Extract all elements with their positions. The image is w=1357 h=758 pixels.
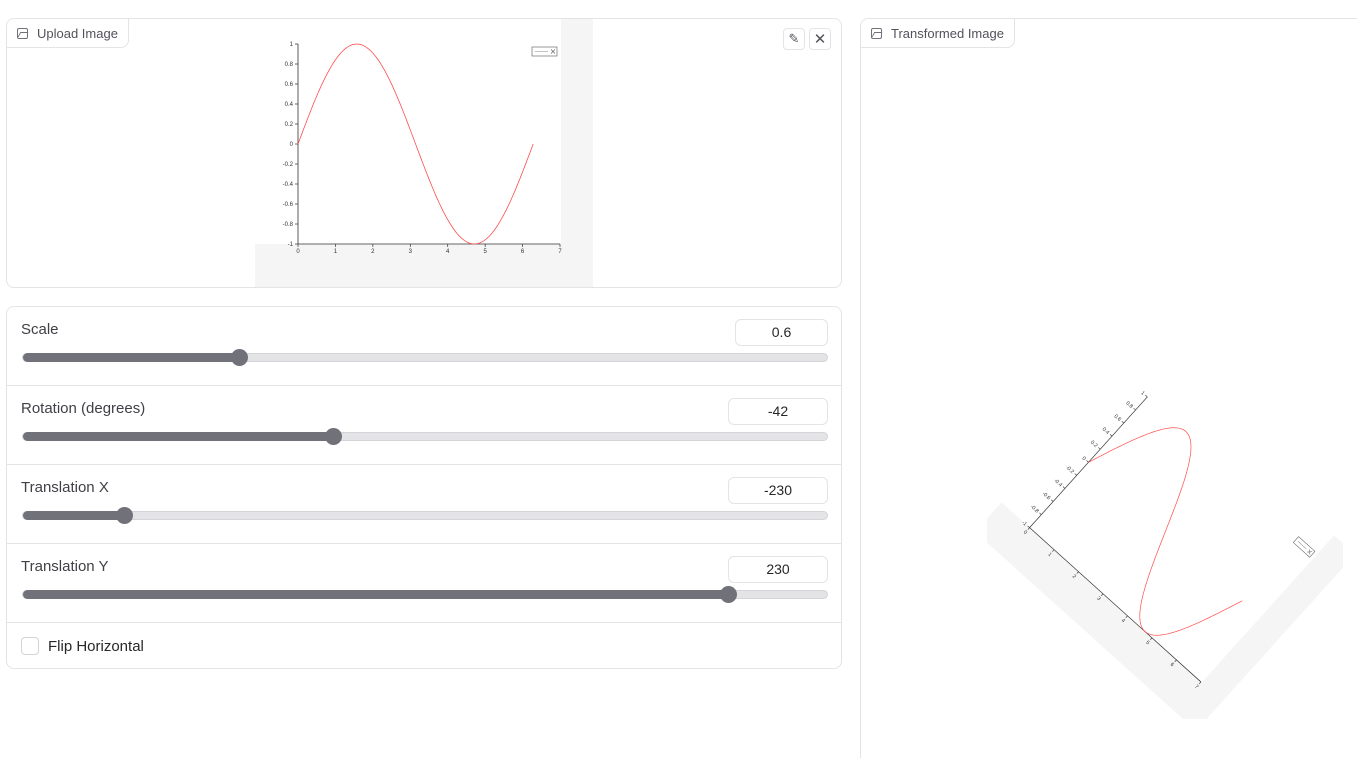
scale-number-input[interactable]: 0.6 xyxy=(735,319,828,346)
rotation-slider-row: Rotation (degrees) -42 xyxy=(7,386,841,465)
source-y-tick-label: -0.8 xyxy=(283,222,294,228)
source-plot-area xyxy=(298,44,560,244)
upload-image-label-text: Upload Image xyxy=(37,25,118,41)
translation-x-slider-row: Translation X -230 xyxy=(7,465,841,544)
transformed-image-panel: Transformed Image 0 1 2 3 4 5 6 7 1 0.8 0.6 0.4 0.2 0… xyxy=(860,18,1357,758)
source-x-tick-label: 2 xyxy=(371,249,375,255)
source-x-tick-label: 5 xyxy=(483,249,487,255)
source-y-tick-label: -0.4 xyxy=(283,182,294,188)
transformed-image-label-text: Transformed Image xyxy=(891,25,1004,41)
source-x-tick-label: 1 xyxy=(334,249,338,255)
upload-image-label: Upload Image xyxy=(7,19,129,48)
transformed-image: 0 1 2 3 4 5 6 7 1 0.8 0.6 0.4 0.2 0 -0.2 -0.4 -0.6 -0.8 -1 xyxy=(974,355,1356,731)
source-x-tick-label: 4 xyxy=(446,249,450,255)
rotation-number-input[interactable]: -42 xyxy=(728,398,828,425)
source-y-tick-label: -0.6 xyxy=(283,202,294,208)
pencil-glyph: ✎ xyxy=(788,31,800,46)
uploaded-image-preview: 0 1 2 3 4 5 6 7 1 0.8 0.6 0.4 0.2 0 -0.2 -0.4 -0.6 -0.8 -1 xyxy=(255,19,593,287)
source-plot: 0 1 2 3 4 5 6 710.80.60.40.20-0.2-0.4-0.6-0.8-1 xyxy=(255,19,562,255)
image-icon xyxy=(871,27,882,39)
pencil-icon[interactable]: ✎ xyxy=(783,28,805,50)
translation-y-slider-fill xyxy=(23,590,729,599)
source-y-tick-label: 0.4 xyxy=(285,102,294,108)
upload-image-panel[interactable]: 0 1 2 3 4 5 6 7 1 0.8 0.6 0.4 0.2 0 -0.2 -0.4 -0.6 -0.8 -1… xyxy=(6,18,842,288)
translation-x-slider-thumb[interactable] xyxy=(115,507,133,524)
close-glyph: ✕ xyxy=(813,31,827,48)
scale-slider-thumb[interactable] xyxy=(231,349,248,366)
controls-panel: Scale 0.6 Rotation (degrees) -42 Transla… xyxy=(6,306,842,669)
source-y-tick-label: 0.6 xyxy=(285,82,294,88)
scale-slider-fill xyxy=(23,353,239,362)
source-y-tick-label: 0.8 xyxy=(285,62,294,68)
transformed-plot: 0123456710.80.60.40.20-0.2-0.4-0.6-0.8-1 xyxy=(974,355,1356,731)
translation-y-slider[interactable] xyxy=(22,586,828,603)
translation-x-slider-fill xyxy=(23,511,124,520)
source-x-tick-label: 6 xyxy=(521,249,525,255)
translation-y-label: Translation Y xyxy=(21,558,109,575)
transformed-plot-inner: 0123456710.80.60.40.20-0.2-0.4-0.6-0.8-1 xyxy=(1001,355,1335,690)
rotation-slider-thumb[interactable] xyxy=(325,428,343,445)
scale-slider-row: Scale 0.6 xyxy=(7,307,841,386)
source-plot-group: 0 1 2 3 4 5 6 710.80.60.40.20-0.2-0.4-0.6-0.8-1 xyxy=(255,19,562,255)
close-icon[interactable]: ✕ xyxy=(809,28,831,50)
translation-y-number-input[interactable]: 230 xyxy=(728,556,828,583)
scale-label: Scale xyxy=(21,321,59,338)
transformed-plot-group: 0123456710.80.60.40.20-0.2-0.4-0.6-0.8-1 xyxy=(974,355,1356,731)
source-y-tick-label: 0.2 xyxy=(285,122,294,128)
flip-horizontal-label[interactable]: Flip Horizontal xyxy=(48,638,144,655)
translation-x-label: Translation X xyxy=(21,479,109,496)
translation-x-slider[interactable] xyxy=(22,507,828,524)
translation-y-slider-thumb[interactable] xyxy=(720,586,738,603)
image-icon xyxy=(17,27,28,39)
source-x-tick-label: 7 xyxy=(558,249,562,255)
source-x-tick-label: 3 xyxy=(409,249,413,255)
rotation-slider[interactable] xyxy=(22,428,828,445)
scale-slider[interactable] xyxy=(22,349,828,366)
rotation-label: Rotation (degrees) xyxy=(21,400,146,417)
flip-horizontal-row: Flip Horizontal xyxy=(7,623,841,668)
translation-x-number-input[interactable]: -230 xyxy=(728,477,828,504)
rotation-slider-fill xyxy=(23,432,334,441)
app-root: 0 1 2 3 4 5 6 7 1 0.8 0.6 0.4 0.2 0 -0.2 -0.4 -0.6 -0.8 -1… xyxy=(0,0,1357,758)
source-y-tick-label: -1 xyxy=(288,242,294,248)
translation-y-slider-row: Translation Y 230 xyxy=(7,544,841,623)
source-x-tick-label: 0 xyxy=(296,249,300,255)
flip-horizontal-checkbox[interactable] xyxy=(21,637,39,655)
transformed-image-label: Transformed Image xyxy=(861,19,1015,48)
source-y-tick-label: -0.2 xyxy=(283,162,294,168)
